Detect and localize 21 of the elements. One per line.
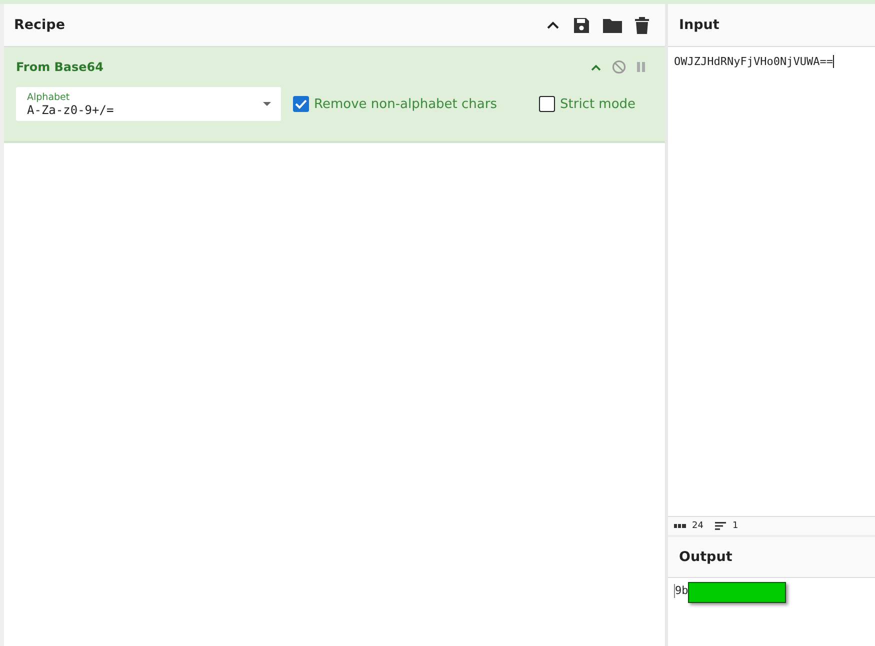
checkbox-label[interactable]: Remove non-alphabet chars [314,96,497,112]
characters-icon [674,523,686,529]
checkbox[interactable] [293,96,309,112]
alphabet-dropdown[interactable]: Alphabet A-Za-z0-9+/= [16,87,281,121]
panel-title: Output [679,549,732,565]
panel-title: Recipe [14,17,66,33]
caret-icon [263,102,271,106]
checkbox-label[interactable]: Strict mode [560,96,636,112]
collapse-icon[interactable] [546,20,560,30]
lines-icon [715,522,726,530]
character-count: 24 [692,521,704,531]
output-text: 9b [675,584,688,597]
input-text[interactable]: OWJZJHdRNyFjVHo0NjVUWA== [674,55,833,68]
save-icon[interactable] [573,16,590,34]
operation-title: From Base64 [16,60,104,74]
panel-title: Input [679,17,720,33]
trash-icon[interactable] [635,16,649,34]
checkbox[interactable] [539,96,555,112]
folder-icon[interactable] [603,18,622,32]
line-count: 1 [732,521,738,531]
checkmark-icon [295,99,307,109]
